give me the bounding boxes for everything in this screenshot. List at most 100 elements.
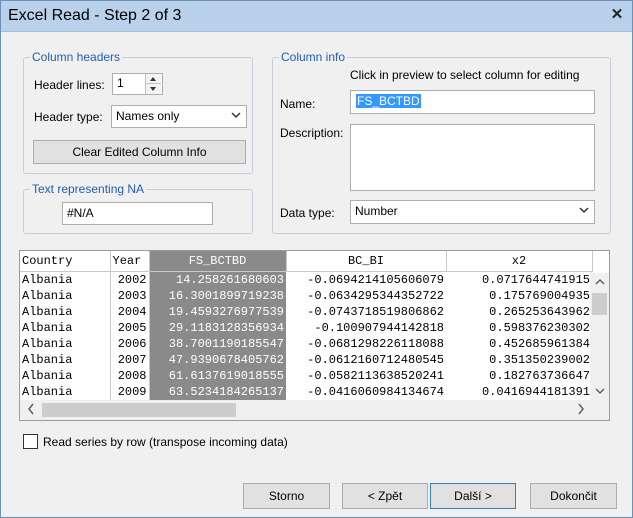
cell-fs-bctbd[interactable]: 63.5234184265137 <box>149 383 286 400</box>
cell-country[interactable]: Albania <box>20 288 110 304</box>
name-value: FS_BCTBD <box>356 94 421 108</box>
cell-year[interactable]: 2008 <box>109 367 150 384</box>
preview-grid[interactable]: Country Year FS_BCTBD BC_BI x2 Albania 2… <box>19 250 610 421</box>
column-header-country[interactable]: Country <box>20 251 111 272</box>
horizontal-scrollbar[interactable] <box>20 400 592 420</box>
cell-country[interactable]: Albania <box>20 320 110 336</box>
column-header-bc-bi[interactable]: BC_BI <box>286 251 447 272</box>
cell-fs-bctbd[interactable]: 61.6137619018555 <box>149 367 286 384</box>
title-bar: Excel Read - Step 2 of 3 ✕ <box>1 1 632 32</box>
cell-bc-bi[interactable]: -0.0612160712480545 <box>286 352 446 368</box>
header-type-label: Header type: <box>34 110 103 124</box>
cell-fs-bctbd[interactable]: 19.4593276977539 <box>149 303 286 320</box>
cell-x2[interactable]: 0.598376230302 <box>446 320 592 336</box>
description-label: Description: <box>280 126 344 140</box>
cell-bc-bi[interactable]: -0.0681298226118088 <box>286 336 446 352</box>
table-row: Albania 2009 63.5234184265137 -0.0416060… <box>20 383 592 400</box>
column-headers-legend: Column headers <box>30 50 123 64</box>
scrollbar-corner <box>590 400 609 420</box>
clear-edited-column-info-button[interactable]: Clear Edited Column Info <box>33 140 246 164</box>
cell-fs-bctbd[interactable]: 16.3001899719238 <box>149 287 286 304</box>
spin-down-icon[interactable] <box>146 84 161 94</box>
cell-country[interactable]: Albania <box>20 352 110 368</box>
header-lines-input[interactable]: 1 <box>112 73 163 95</box>
cell-x2[interactable]: 0.175769004935 <box>446 288 592 304</box>
table-row: Albania 2008 61.6137619018555 -0.0582113… <box>20 367 592 384</box>
cell-bc-bi[interactable]: -0.0582113638520241 <box>286 368 446 384</box>
na-legend: Text representing NA <box>30 182 147 196</box>
column-header-year[interactable]: Year <box>110 251 150 272</box>
cell-bc-bi[interactable]: -0.0634295344352722 <box>286 288 446 304</box>
data-type-value: Number <box>355 204 398 218</box>
description-textarea[interactable] <box>350 124 595 191</box>
finish-button[interactable]: Dokončit <box>530 483 617 509</box>
cell-year[interactable]: 2007 <box>109 351 150 368</box>
cell-bc-bi[interactable]: -0.0743718519806862 <box>286 304 446 320</box>
cell-year[interactable]: 2009 <box>109 383 150 400</box>
cell-year[interactable]: 2003 <box>109 287 150 304</box>
cancel-button[interactable]: Storno <box>243 483 330 509</box>
back-button[interactable]: < Zpět <box>342 483 428 509</box>
spin-up-icon[interactable] <box>146 74 161 84</box>
name-input[interactable]: FS_BCTBD <box>350 90 595 114</box>
horizontal-scroll-thumb[interactable] <box>42 403 236 417</box>
column-info-legend: Column info <box>279 50 348 64</box>
table-row: Albania 2002 14.2582616806​03 -0.0694214… <box>20 271 592 288</box>
table-row: Albania 2006 38.7001190185547 -0.0681298… <box>20 335 592 352</box>
cell-bc-bi[interactable]: -0.0694214105606079 <box>286 271 446 288</box>
chevron-down-icon <box>579 207 589 214</box>
cell-country[interactable]: Albania <box>20 368 110 384</box>
chevron-down-icon <box>231 112 241 119</box>
cell-year[interactable]: 2006 <box>109 335 150 352</box>
table-row: Albania 2007 47.9390678405762 -0.0612160… <box>20 351 592 368</box>
cell-x2[interactable]: 0.0416944181391 <box>446 384 592 400</box>
cell-country[interactable]: Albania <box>20 336 110 352</box>
table-row: Albania 2005 29.1183128356934 -0.1009079… <box>20 319 592 336</box>
cell-country[interactable]: Albania <box>20 271 110 288</box>
scroll-up-icon[interactable] <box>595 276 605 290</box>
table-row: Albania 2003 16.3001899719238 -0.0634295… <box>20 287 592 304</box>
next-button[interactable]: Další > <box>430 483 516 509</box>
cell-fs-bctbd[interactable]: 47.9390678405762 <box>149 351 286 368</box>
cell-x2[interactable]: 0.265253643962 <box>446 304 592 320</box>
transpose-label[interactable]: Read series by row (transpose incoming d… <box>43 435 288 449</box>
header-type-select[interactable]: Names only <box>111 105 247 128</box>
data-type-label: Data type: <box>280 206 335 220</box>
cell-fs-bctbd[interactable]: 14.2582616806​03 <box>149 271 286 288</box>
close-icon[interactable]: ✕ <box>610 7 624 23</box>
excel-read-dialog: Excel Read - Step 2 of 3 ✕ Column header… <box>0 0 633 518</box>
cell-x2[interactable]: 0.182763736647 <box>446 368 592 384</box>
column-header-fs-bctbd[interactable]: FS_BCTBD <box>149 251 287 272</box>
cell-fs-bctbd[interactable]: 29.1183128356934 <box>149 319 286 336</box>
cell-year[interactable]: 2004 <box>109 303 150 320</box>
window-title: Excel Read - Step 2 of 3 <box>8 7 182 24</box>
preview-table: Country Year FS_BCTBD BC_BI x2 Albania 2… <box>20 251 593 400</box>
column-header-x2[interactable]: x2 <box>446 251 593 272</box>
data-type-select[interactable]: Number <box>350 200 595 224</box>
name-label: Name: <box>280 97 316 111</box>
cell-country[interactable]: Albania <box>20 304 110 320</box>
cell-x2[interactable]: 0.452685961384 <box>446 336 592 352</box>
column-info-hint: Click in preview to select column for ed… <box>350 68 580 82</box>
cell-fs-bctbd[interactable]: 38.7001190185547 <box>149 335 286 352</box>
cell-bc-bi[interactable]: -0.100907944142818 <box>286 320 446 336</box>
cell-x2[interactable]: 0.351350239002 <box>446 352 592 368</box>
scroll-down-icon[interactable] <box>595 385 605 399</box>
scroll-right-icon[interactable] <box>577 403 585 419</box>
header-lines-spinner[interactable] <box>145 74 161 94</box>
vertical-scrollbar[interactable] <box>590 273 609 401</box>
cell-x2[interactable]: 0.071764474191​5 <box>446 271 592 288</box>
header-lines-value: 1 <box>117 76 124 90</box>
cell-bc-bi[interactable]: -0.0416060984134674 <box>286 384 446 400</box>
header-lines-label: Header lines: <box>34 78 105 92</box>
transpose-checkbox[interactable] <box>23 434 38 449</box>
preview-header-row: Country Year FS_BCTBD BC_BI x2 <box>20 251 593 272</box>
na-text-input[interactable]: #N/A <box>62 202 213 225</box>
cell-country[interactable]: Albania <box>20 384 110 400</box>
scroll-left-icon[interactable] <box>27 403 35 419</box>
header-type-value: Names only <box>116 109 180 123</box>
cell-year[interactable]: 2005 <box>109 319 150 336</box>
table-row: Albania 2004 19.4593276977539 -0.0743718… <box>20 303 592 320</box>
vertical-scroll-thumb[interactable] <box>592 293 607 315</box>
cell-year[interactable]: 2002 <box>109 271 150 288</box>
